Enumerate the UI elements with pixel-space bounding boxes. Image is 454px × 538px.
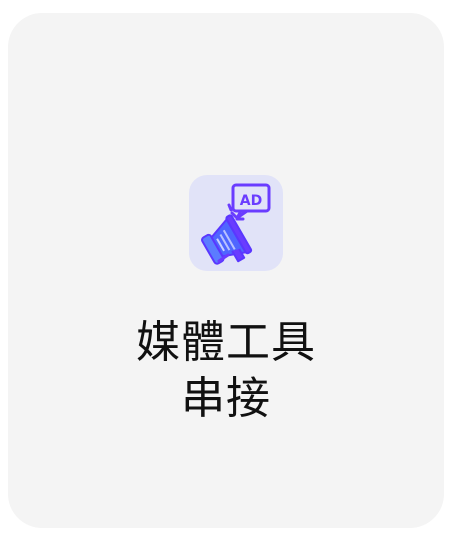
ad-label: AD xyxy=(240,193,262,209)
icon-tile: AD xyxy=(189,175,283,271)
megaphone-ad-icon: AD xyxy=(201,183,271,265)
card-title-line-1: 媒體工具 xyxy=(136,317,316,368)
media-tools-integration-card[interactable]: AD 媒體工具 串接 xyxy=(8,13,444,528)
card-title-line-2: 串接 xyxy=(181,373,271,424)
card-title: 媒體工具 串接 xyxy=(8,315,444,427)
